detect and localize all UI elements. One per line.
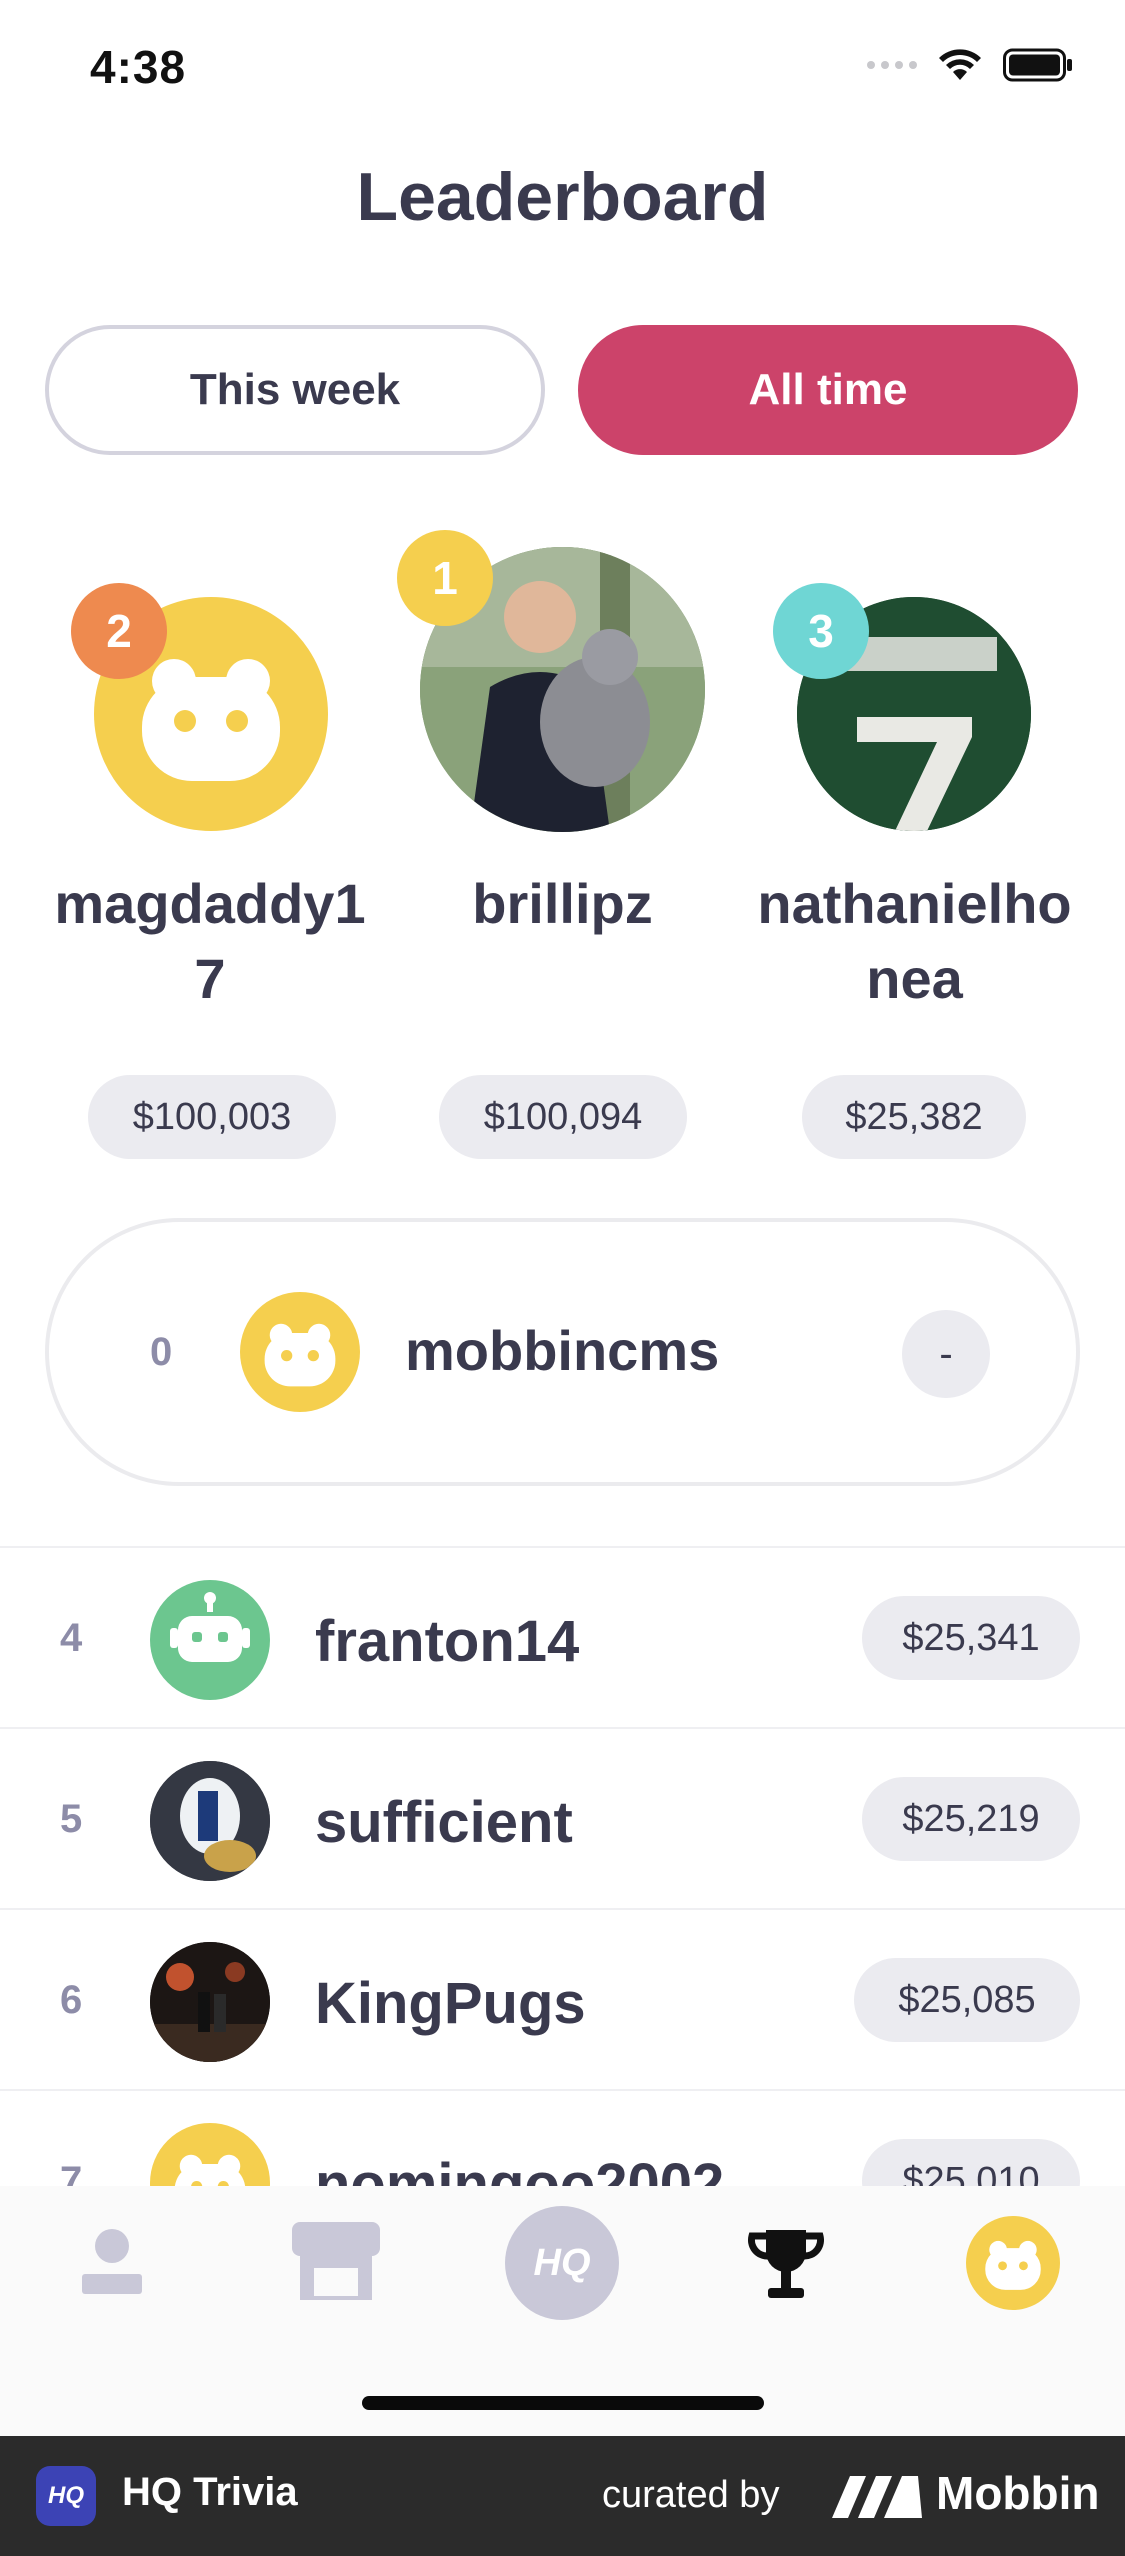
row-amount: $25,085 — [854, 1958, 1080, 2042]
row-rank: 4 — [60, 1616, 83, 1660]
row-username: KingPugs — [315, 1971, 586, 2036]
rank-badge-3: 3 — [773, 583, 869, 679]
status-time: 4:38 — [90, 41, 187, 93]
tab-store[interactable] — [288, 2218, 384, 2308]
podium-amount-2: $100,003 — [88, 1075, 336, 1159]
bear-avatar-icon — [174, 2154, 246, 2186]
bear-avatar-icon — [264, 1323, 336, 1387]
leaderboard-row[interactable]: 5 sufficient $25,219 — [0, 1727, 1125, 1908]
my-amount: - — [902, 1310, 990, 1398]
row-rank: 5 — [60, 1797, 83, 1841]
tab-profile[interactable] — [72, 2222, 152, 2302]
footer-app-name: HQ Trivia — [122, 2470, 298, 2514]
rank-badge-2: 2 — [71, 583, 167, 679]
row-avatar — [150, 1761, 270, 1881]
store-icon — [292, 2222, 380, 2300]
robot-avatar-icon — [170, 1592, 250, 1662]
row-username: nomingoo2002 — [315, 2152, 725, 2186]
wifi-icon — [939, 49, 981, 80]
leaderboard-row[interactable]: 7 nomingoo2002 $25,010 — [0, 2089, 1125, 2186]
podium-amount-3: $25,382 — [802, 1075, 1026, 1159]
row-username: sufficient — [315, 1790, 573, 1855]
status-icons — [867, 48, 1073, 82]
cellular-signal-icon — [867, 61, 917, 69]
podium-amount-1: $100,094 — [439, 1075, 687, 1159]
row-amount: $25,219 — [862, 1777, 1080, 1861]
row-rank: 7 — [60, 2159, 83, 2186]
mobbin-logo-icon — [832, 2476, 922, 2523]
footer-brand: Mobbin — [936, 2467, 1100, 2519]
page-title: Leaderboard — [356, 159, 769, 235]
this-week-toggle[interactable]: This week — [45, 325, 545, 455]
my-rank-number: 0 — [150, 1330, 173, 1374]
profile-icon — [82, 2229, 142, 2294]
avatar-icon — [985, 2240, 1041, 2290]
user-photo — [150, 1942, 270, 2062]
podium-name-3: nathanielhonea — [757, 872, 1072, 1010]
row-avatar — [150, 2123, 270, 2186]
leaderboard-row[interactable]: 6 KingPugs $25,085 — [0, 1908, 1125, 2089]
user-photo — [150, 1761, 270, 1881]
podium-name-2: magdaddy17 — [54, 872, 366, 1010]
hq-app-icon-label: HQ — [48, 2482, 84, 2509]
row-amount: $25,010 — [862, 2139, 1080, 2186]
my-avatar — [240, 1292, 360, 1412]
row-avatar — [150, 1580, 270, 1700]
tab-leaderboard[interactable] — [746, 2226, 826, 2302]
row-rank: 6 — [60, 1978, 83, 2022]
row-amount: $25,341 — [862, 1596, 1080, 1680]
trophy-icon — [748, 2230, 824, 2298]
rank-badge-1: 1 — [397, 530, 493, 626]
hq-trivia-app-icon: HQ — [36, 2466, 96, 2526]
tab-hq[interactable]: HQ — [505, 2206, 619, 2320]
row-avatar — [150, 1942, 270, 2062]
footer-curated-label: curated by — [602, 2474, 780, 2516]
all-time-toggle[interactable]: All time — [578, 325, 1078, 455]
podium-name-1: brillipz — [472, 872, 653, 935]
hq-icon: HQ — [533, 2241, 591, 2284]
home-indicator — [362, 2396, 764, 2410]
tab-avatar[interactable] — [966, 2216, 1060, 2310]
leaderboard-row[interactable]: 4 franton14 $25,341 — [0, 1546, 1125, 1727]
row-username: franton14 — [315, 1609, 580, 1674]
my-username: mobbincms — [405, 1319, 720, 1382]
battery-icon — [1003, 48, 1072, 82]
